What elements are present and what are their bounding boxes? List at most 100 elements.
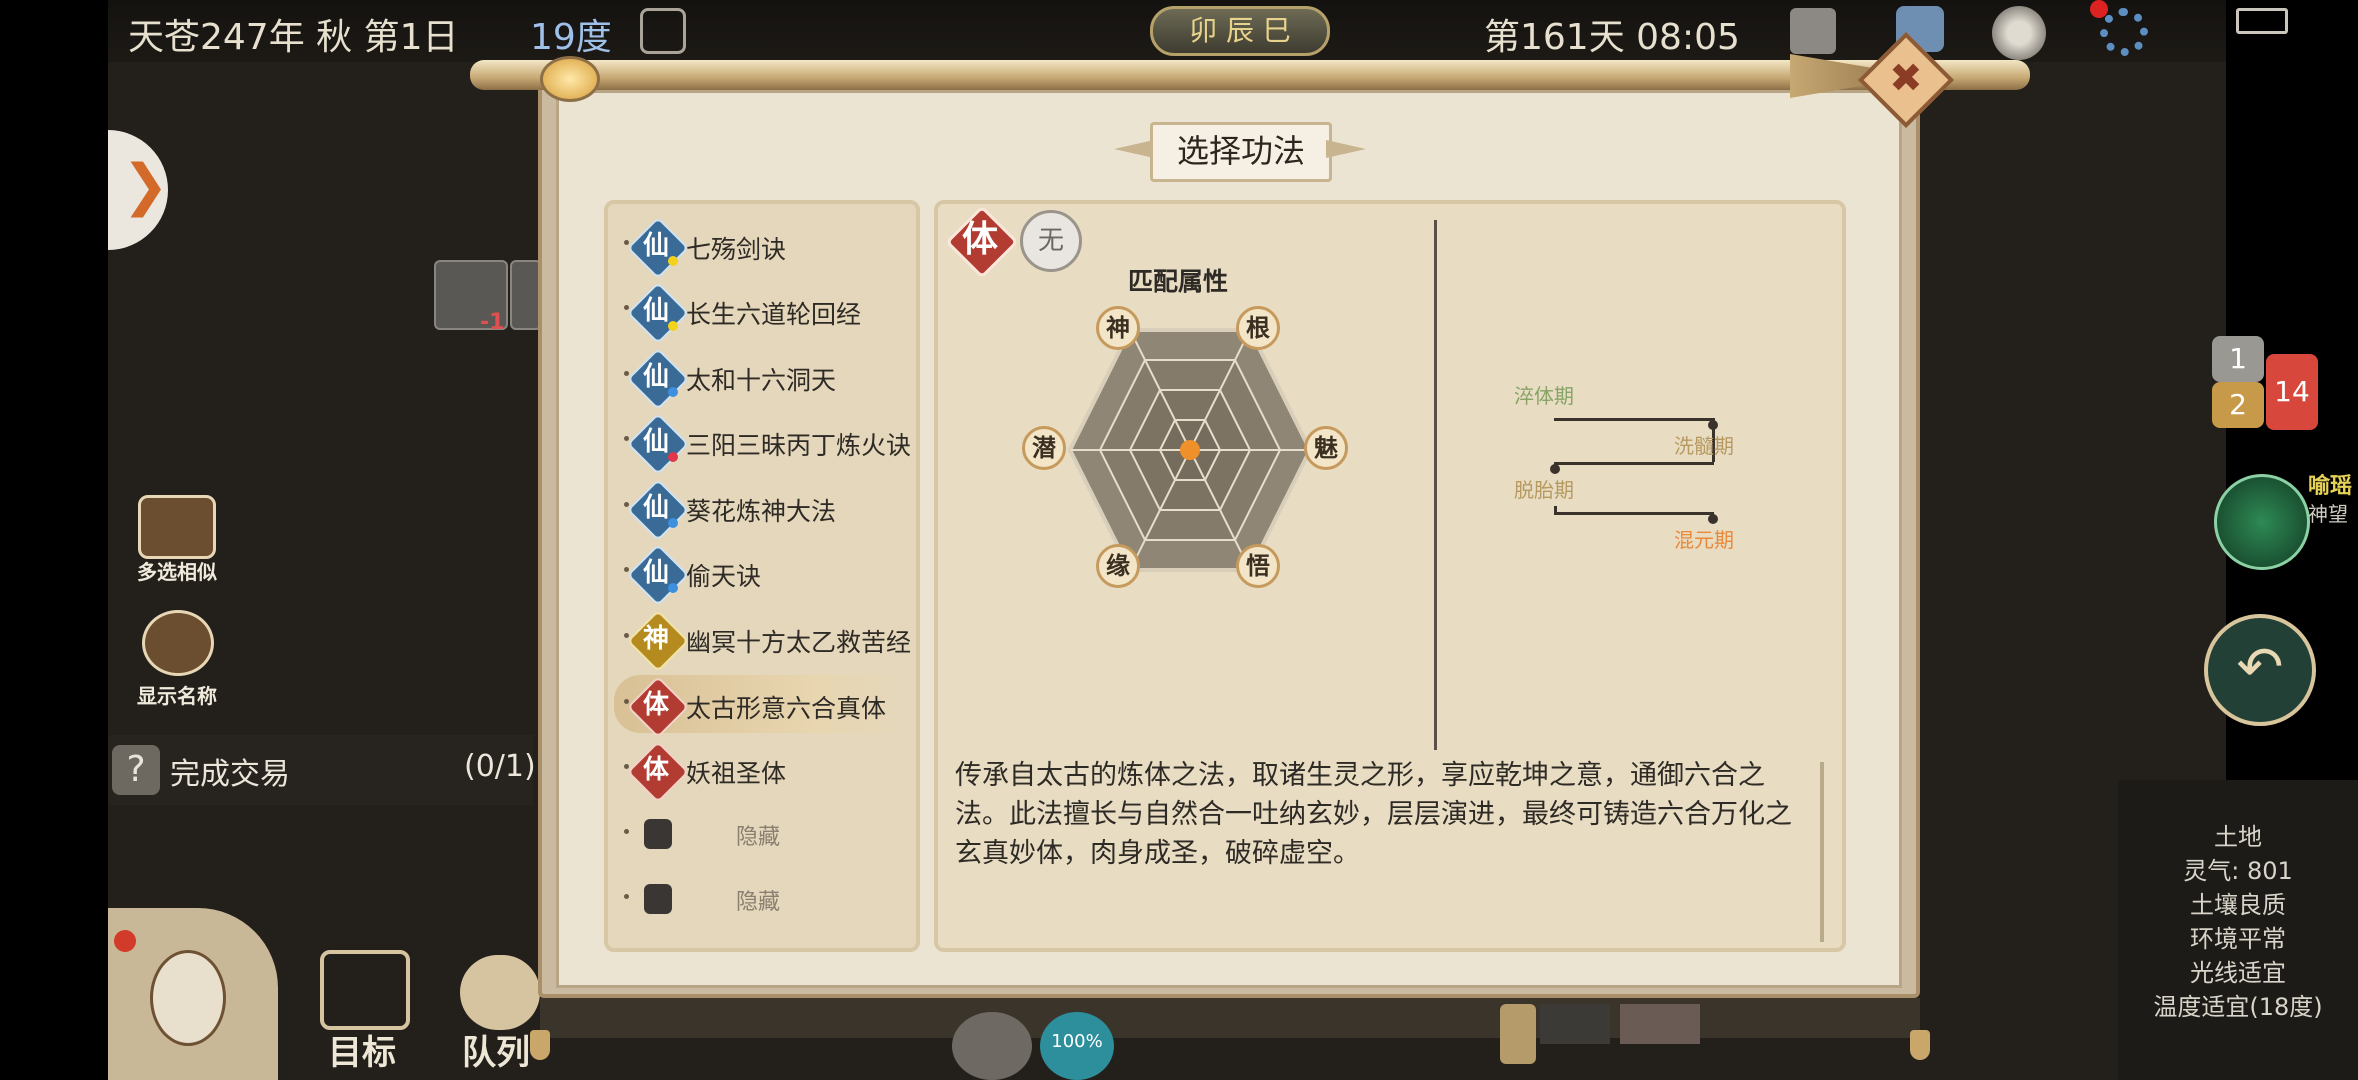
quest-progress: (0/1) <box>464 749 536 784</box>
land-temperature: 温度适宜(18度) <box>2153 993 2323 1021</box>
grade-dot-icon <box>668 256 678 266</box>
grade-dot-icon <box>668 518 678 528</box>
scroll-rod-knob-icon <box>540 56 600 102</box>
match-attributes-title: 匹配属性 <box>1128 267 1229 296</box>
notification-dot-icon <box>114 930 136 952</box>
target-label[interactable]: 目标 <box>328 1025 396 1074</box>
technique-item[interactable]: 仙 葵花炼神大法 <box>614 478 904 542</box>
locked-technique-item[interactable]: 隐藏 <box>614 870 904 928</box>
description-scrollbar[interactable] <box>1820 762 1824 942</box>
element-badge: 无 <box>1020 210 1082 272</box>
technique-name: 三阳三昧丙丁炼火诀 <box>686 431 912 460</box>
side-name: 喻瑶 <box>2308 474 2353 499</box>
stage-node-icon <box>1708 420 1718 430</box>
message-bubble[interactable]: 2 <box>2212 382 2264 428</box>
technique-item[interactable]: 仙 三阳三昧丙丁炼火诀 <box>614 412 911 476</box>
bullet-dot <box>624 240 629 245</box>
back-arrow-icon[interactable]: ↶ <box>2204 614 2316 726</box>
taiji-swirl-icon[interactable] <box>2214 474 2310 570</box>
lock-icon <box>644 884 672 914</box>
dialog-title: 选择功法 <box>1150 122 1332 182</box>
stage-name: 淬体期 <box>1514 384 1574 408</box>
multi-select-icon[interactable] <box>138 495 216 559</box>
cancel-tool-icon[interactable] <box>1620 1004 1700 1044</box>
locked-label: 隐藏 <box>736 890 781 915</box>
game-date: 天苍247年 秋 第1日 <box>128 17 459 58</box>
quest-name: 完成交易 <box>170 757 290 792</box>
bullet-dot <box>624 764 629 769</box>
stage-connector <box>1554 462 1714 465</box>
technique-item[interactable]: 仙 偷天诀 <box>614 543 904 607</box>
settings-gear-icon[interactable] <box>2100 8 2148 56</box>
locked-technique-item[interactable]: 隐藏 <box>614 805 904 863</box>
type-badge-text: 体 <box>961 219 998 260</box>
stage-connector <box>1554 512 1714 515</box>
weather-swirl-icon[interactable] <box>640 8 686 54</box>
close-x-icon: ✖ <box>1889 55 1923 102</box>
speed-indicator[interactable]: 100% <box>1040 1012 1114 1080</box>
technique-item[interactable]: 仙 七殇剑诀 <box>614 216 904 280</box>
land-soil: 土壤良质 <box>2190 891 2286 919</box>
multi-select-label[interactable]: 多选相似 <box>122 556 232 585</box>
team-icon[interactable] <box>460 955 540 1030</box>
technique-item[interactable]: 体 妖祖圣体 <box>614 740 904 804</box>
technique-type: 体 <box>642 690 669 720</box>
attribute-gen: 根 <box>1236 306 1280 350</box>
pillar-icon <box>1500 1004 1536 1064</box>
technique-type: 体 <box>642 755 669 785</box>
technique-name: 葵花炼神大法 <box>686 497 837 526</box>
attribute-shen: 神 <box>1096 306 1140 350</box>
eye-icon[interactable] <box>142 610 214 676</box>
message-bubble[interactable]: 1 <box>2212 336 2264 382</box>
tool-slot[interactable] <box>1540 1004 1610 1044</box>
bullet-dot <box>624 502 629 507</box>
grade-dot-icon <box>668 583 678 593</box>
target-house-icon[interactable] <box>320 950 410 1030</box>
item-count: -1 <box>480 310 505 335</box>
detail-divider <box>1434 220 1437 750</box>
land-qi: 灵气: 801 <box>2183 857 2293 885</box>
technique-item-selected[interactable]: 体 太古形意六合真体 <box>614 675 904 739</box>
bullet-dot <box>624 633 629 638</box>
bullet-dot <box>624 436 629 441</box>
stage-name: 混元期 <box>1674 528 1734 552</box>
land-light: 光线适宜 <box>2190 959 2286 987</box>
stage-node-icon <box>1708 514 1718 524</box>
bottom-toolbar <box>540 998 1920 1038</box>
land-info-panel: 土地 灵气: 801 土壤良质 环境平常 光线适宜 温度适宜(18度) <box>2118 780 2358 1080</box>
side-status: 神望 <box>2308 502 2348 526</box>
stage-connector <box>1554 418 1714 421</box>
save-icon[interactable] <box>1790 8 1836 54</box>
battery-icon <box>2236 8 2288 34</box>
message-bubble[interactable]: 14 <box>2266 354 2318 430</box>
ti-type-badge-icon: 体 <box>945 205 1019 279</box>
gear-icon[interactable] <box>952 1012 1032 1080</box>
stage-name: 洗髓期 <box>1674 434 1734 458</box>
bullet-dot <box>624 894 629 899</box>
bullet-dot <box>624 567 629 572</box>
stage-name: 脱胎期 <box>1514 478 1574 502</box>
technique-type: 神 <box>642 624 669 654</box>
gourd-icon <box>150 950 226 1046</box>
technique-item[interactable]: 仙 长生六道轮回经 <box>614 281 904 345</box>
film-reel-icon[interactable] <box>1992 6 2046 60</box>
technique-item[interactable]: 神 幽冥十方太乙救苦经 <box>614 609 911 673</box>
attribute-yuan: 缘 <box>1096 544 1140 588</box>
locked-label: 隐藏 <box>736 825 781 850</box>
grade-dot-icon <box>668 452 678 462</box>
attribute-wu: 悟 <box>1236 544 1280 588</box>
technique-name: 太和十六洞天 <box>686 366 837 395</box>
bullet-dot <box>624 305 629 310</box>
attribute-mei: 魅 <box>1304 426 1348 470</box>
technique-description: 传承自太古的炼体之法，取诸生灵之形，享应乾坤之意，通御六合之法。此法擅长与自然合… <box>955 760 1792 869</box>
bell-icon <box>1910 1030 1930 1060</box>
show-name-label[interactable]: 显示名称 <box>122 680 232 709</box>
time-period-plate: 卯 辰 巳 <box>1150 6 1330 56</box>
bullet-dot <box>624 371 629 376</box>
grade-dot-icon <box>668 387 678 397</box>
technique-item[interactable]: 仙 太和十六洞天 <box>614 347 904 411</box>
lock-icon <box>644 819 672 849</box>
team-label[interactable]: 队列 <box>462 1025 530 1074</box>
land-title: 土地 <box>2214 823 2262 851</box>
quest-tracker[interactable]: ? 完成交易 (0/1) <box>108 735 536 805</box>
